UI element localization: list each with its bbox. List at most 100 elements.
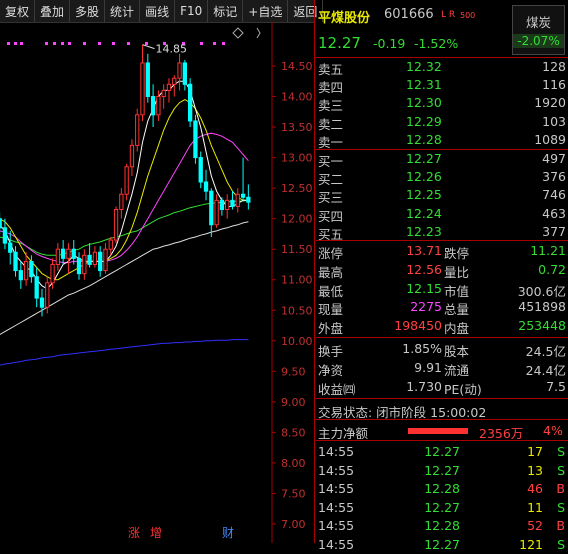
price-change-pct: -1.52% xyxy=(414,36,459,51)
event-marker[interactable]: 增 xyxy=(150,526,162,540)
candle-body[interactable] xyxy=(13,251,18,272)
candle-body[interactable] xyxy=(193,120,198,159)
stat-value: 300.6亿 xyxy=(517,283,566,299)
candle-body[interactable] xyxy=(18,270,23,281)
stats-row: 收益㈣ 1.730 PE(动) 7.5 xyxy=(316,378,568,397)
diamond-icon[interactable] xyxy=(232,27,244,39)
order-level-price: 12.28 xyxy=(406,131,442,147)
order-level-label: 买二 xyxy=(318,172,344,188)
order-level[interactable]: 买三 12.25 746 xyxy=(316,186,568,205)
event-marker[interactable]: 涨 xyxy=(128,525,140,540)
stat-value: 0.72 xyxy=(538,261,566,277)
tick-row: 14:55 12.28 52 B xyxy=(316,517,568,535)
candle-body[interactable] xyxy=(29,260,34,278)
toolbar-btn-4[interactable]: 画线 xyxy=(140,0,176,22)
candle-body[interactable] xyxy=(182,62,187,85)
candle-body[interactable] xyxy=(34,276,39,299)
candle-body[interactable] xyxy=(209,190,214,226)
candle-body[interactable] xyxy=(214,199,219,226)
candle-body[interactable] xyxy=(2,227,8,244)
stat-value: 12.56 xyxy=(406,261,442,277)
sector-box[interactable]: 煤炭 -2.07% xyxy=(512,5,565,55)
candle-body[interactable] xyxy=(203,181,209,192)
ma250-line xyxy=(0,339,249,366)
order-level[interactable]: 买五 12.23 377 xyxy=(316,223,568,242)
toolbar-btn-6[interactable]: 标记 xyxy=(208,0,244,22)
order-level[interactable]: 买二 12.26 376 xyxy=(316,168,568,188)
candle-body[interactable] xyxy=(108,239,113,250)
toolbar-btn-5[interactable]: F10 xyxy=(175,0,209,22)
candle-body[interactable] xyxy=(235,193,240,207)
sector-change: -2.07% xyxy=(513,34,564,48)
candle-body[interactable] xyxy=(76,257,82,275)
kline-chart[interactable]: 14.50 14.00 13.50 13.00 12.50 12.00 11.50 11.00… xyxy=(0,22,314,543)
candle-body[interactable] xyxy=(98,251,103,272)
candle-body[interactable] xyxy=(172,77,177,85)
candle-body[interactable] xyxy=(145,62,150,98)
signal-dot xyxy=(53,42,56,45)
price-tick-label: 14.50 xyxy=(281,60,313,73)
order-level[interactable]: 卖一 12.28 1089 xyxy=(316,131,568,150)
order-level[interactable]: 卖二 12.29 103 xyxy=(316,113,568,132)
candle-body[interactable] xyxy=(135,114,140,146)
candle-body[interactable] xyxy=(61,248,66,259)
candle-body[interactable] xyxy=(246,196,251,203)
stock-name[interactable]: 平煤股份 xyxy=(318,7,370,26)
toolbar-btn-7[interactable]: +自选 xyxy=(243,0,289,22)
order-level[interactable]: 卖四 12.31 116 xyxy=(316,76,568,95)
candle-body[interactable] xyxy=(156,96,161,116)
candle-body[interactable] xyxy=(66,248,71,259)
candle-body[interactable] xyxy=(124,166,129,195)
candle-body[interactable] xyxy=(140,62,145,116)
signal-dot xyxy=(112,42,115,45)
tick-time: 14:55 xyxy=(318,462,355,478)
candle-body[interactable] xyxy=(23,260,29,281)
event-marker[interactable]: 财 xyxy=(222,526,234,540)
candle-body[interactable] xyxy=(71,248,76,259)
kline-chart-svg[interactable]: 14.50 14.00 13.50 13.00 12.50 12.00 11.50 11.00… xyxy=(0,22,314,543)
tick-price: 12.28 xyxy=(424,518,460,533)
order-level[interactable]: 卖五 12.32 128 xyxy=(316,58,568,77)
order-level-price: 12.25 xyxy=(406,187,442,203)
candle-body[interactable] xyxy=(103,248,108,272)
candle-body[interactable] xyxy=(113,209,119,241)
order-level[interactable]: 买一 12.27 497 xyxy=(316,150,568,169)
candle-body[interactable] xyxy=(188,83,193,122)
signal-dot xyxy=(213,42,216,45)
chevron-left-icon[interactable] xyxy=(256,27,261,39)
stat-label: 外盘 xyxy=(318,321,344,337)
candle-body[interactable] xyxy=(198,157,203,183)
candle-body[interactable] xyxy=(87,254,92,265)
candle-body[interactable] xyxy=(150,96,156,116)
candle-body[interactable] xyxy=(177,62,182,79)
candle-body[interactable] xyxy=(0,218,2,229)
stock-code: 601666 xyxy=(384,7,434,22)
candle-body[interactable] xyxy=(119,193,124,211)
quote-panel: 平煤股份 601666 L R 500 12.27 -0.19 -1.52% 煤… xyxy=(316,0,568,552)
candle-body[interactable] xyxy=(161,89,166,98)
order-level[interactable]: 买四 12.24 463 xyxy=(316,205,568,224)
toolbar-btn-2[interactable]: 多股 xyxy=(70,0,106,22)
candle-body[interactable] xyxy=(82,254,87,275)
tick-time: 14:55 xyxy=(318,444,355,459)
candle-body[interactable] xyxy=(45,282,50,308)
toolbar-btn-3[interactable]: 统计 xyxy=(105,0,141,22)
price-tick-label: 7.00 xyxy=(281,518,306,531)
order-level[interactable]: 卖三 12.30 1920 xyxy=(316,94,568,113)
candle-body[interactable] xyxy=(219,199,225,211)
candle-body[interactable] xyxy=(50,263,55,284)
candle-body[interactable] xyxy=(166,83,172,91)
candle-body[interactable] xyxy=(8,242,13,253)
candle-body[interactable] xyxy=(225,199,230,211)
stats-row: 最高 12.56 量比 0.72 xyxy=(316,261,568,280)
candle-body[interactable] xyxy=(129,144,135,168)
order-level-label: 卖二 xyxy=(318,116,344,132)
toolbar-btn-0[interactable]: 复权 xyxy=(0,0,36,22)
candle-body[interactable] xyxy=(230,199,235,207)
candle-body[interactable] xyxy=(240,193,246,198)
candle-body[interactable] xyxy=(39,297,45,308)
candle-body[interactable] xyxy=(92,251,98,265)
toolbar-btn-1[interactable]: 叠加 xyxy=(35,0,71,22)
candle-body[interactable] xyxy=(55,248,60,265)
order-level-price: 12.30 xyxy=(406,95,442,111)
